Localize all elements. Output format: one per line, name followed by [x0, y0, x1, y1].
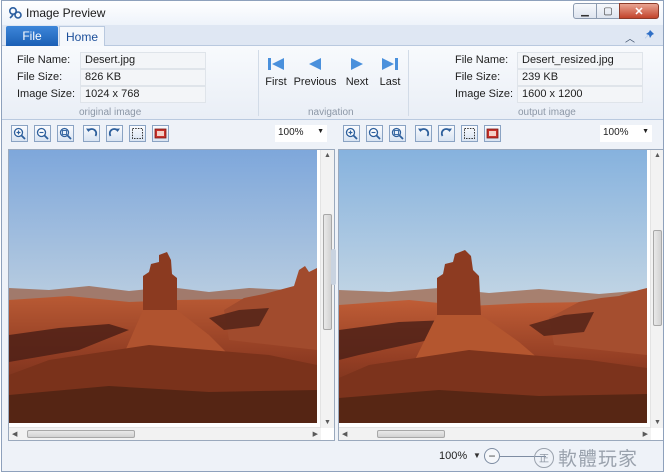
- zoom-in-button[interactable]: [343, 125, 360, 142]
- original-vertical-scrollbar[interactable]: ▲ ▼: [320, 150, 334, 428]
- original-file-name-label: File Name:: [17, 54, 71, 66]
- zoom-in-icon: [13, 127, 26, 140]
- next-icon: [351, 58, 363, 70]
- navigation-group-label: navigation: [308, 107, 354, 118]
- minimize-icon: ▁: [581, 5, 589, 17]
- tab-file[interactable]: File: [6, 26, 58, 46]
- original-image-size-label: Image Size:: [17, 88, 76, 100]
- output-horizontal-scrollbar[interactable]: ◀ ▶: [339, 427, 651, 440]
- maximize-icon: ▢: [603, 5, 613, 17]
- compare-icon: [486, 128, 499, 139]
- original-desert-photo: [9, 150, 317, 423]
- output-vertical-scroll-thumb[interactable]: [653, 230, 662, 326]
- original-file-name: Desert.jpg: [80, 52, 206, 69]
- previous-icon: [309, 58, 321, 70]
- original-image-viewport[interactable]: ▲ ▼ ◀ ▶: [8, 149, 335, 441]
- pin-icon[interactable]: [643, 29, 655, 41]
- next-label: Next: [345, 76, 369, 88]
- output-zoom-select[interactable]: 100%: [600, 125, 652, 142]
- output-file-name-label: File Name:: [455, 54, 509, 66]
- zoom-out-icon: [36, 127, 49, 140]
- original-zoom-value: 100%: [278, 127, 304, 138]
- zoom-out-icon: [368, 127, 381, 140]
- rotate-left-icon: [418, 128, 430, 137]
- original-file-size: 826 KB: [80, 69, 206, 86]
- select-button[interactable]: [129, 125, 146, 142]
- zoom-out-button[interactable]: [366, 125, 383, 142]
- rotate-right-button[interactable]: [438, 125, 455, 142]
- rotate-right-icon: [108, 128, 120, 137]
- pane-splitter[interactable]: [331, 249, 336, 285]
- original-group-label: original image: [79, 107, 142, 118]
- output-vertical-scrollbar[interactable]: ▲ ▼: [650, 150, 663, 428]
- output-file-size-label: File Size:: [455, 71, 501, 83]
- last-icon: [382, 58, 398, 70]
- output-zoom-value: 100%: [603, 127, 629, 138]
- select-icon: [132, 128, 143, 139]
- first-icon: [268, 58, 284, 70]
- compare-button[interactable]: [484, 125, 501, 142]
- compare-button[interactable]: [152, 125, 169, 142]
- image-preview-window: Image Preview ▁ ▢ ✕ File Home ︿ File Nam…: [1, 0, 664, 472]
- watermark: 正 軟體玩家: [534, 444, 638, 471]
- zoom-fit-button[interactable]: [57, 125, 74, 142]
- minimize-button[interactable]: ▁: [573, 3, 597, 19]
- window-title: Image Preview: [26, 6, 106, 20]
- original-toolbar: 100%: [8, 121, 335, 147]
- watermark-logo: 正: [534, 447, 554, 468]
- output-file-name: Desert_resized.jpg: [517, 52, 643, 69]
- status-zoom-dropdown-icon[interactable]: ▼: [473, 451, 481, 460]
- output-image-pane: 100% ▼ ▲ ▼ ◀ ▶: [338, 121, 663, 441]
- rotate-left-button[interactable]: [83, 125, 100, 142]
- app-icon: [8, 6, 22, 19]
- previous-button[interactable]: Previous: [293, 52, 337, 92]
- output-desert-photo: [339, 150, 647, 423]
- first-label: First: [265, 76, 287, 88]
- rotate-right-button[interactable]: [106, 125, 123, 142]
- rotate-left-icon: [86, 128, 98, 137]
- maximize-button[interactable]: ▢: [596, 3, 620, 19]
- rotate-right-icon: [440, 128, 452, 137]
- select-icon: [464, 128, 475, 139]
- original-horizontal-scrollbar[interactable]: ◀ ▶: [9, 427, 321, 440]
- previous-label: Previous: [293, 76, 337, 88]
- status-zoom-value[interactable]: 100%: [439, 450, 467, 462]
- close-icon: ✕: [634, 5, 644, 18]
- zoom-fit-button[interactable]: [389, 125, 406, 142]
- output-group-label: output image: [518, 107, 576, 118]
- zoom-out-slider-button[interactable]: −: [484, 448, 500, 464]
- zoom-in-icon: [345, 127, 358, 140]
- status-bar: 100% ▼ − 正 軟體玩家: [2, 442, 663, 471]
- output-toolbar: 100%: [338, 121, 663, 147]
- original-file-size-label: File Size:: [17, 71, 63, 83]
- compare-icon: [154, 128, 167, 139]
- zoom-fit-icon: [59, 127, 72, 140]
- first-button[interactable]: First: [254, 52, 298, 92]
- original-horizontal-scroll-thumb[interactable]: [27, 430, 135, 438]
- close-button[interactable]: ✕: [619, 3, 659, 19]
- title-bar: Image Preview ▁ ▢ ✕: [2, 1, 663, 25]
- output-image-size: 1600 x 1200: [517, 86, 643, 103]
- watermark-text: 軟體玩家: [558, 448, 639, 470]
- select-button[interactable]: [461, 125, 478, 142]
- output-image-viewport[interactable]: ▲ ▼ ◀ ▶: [338, 149, 663, 441]
- output-horizontal-scroll-thumb[interactable]: [377, 430, 445, 438]
- original-image-size: 1024 x 768: [80, 86, 206, 103]
- ribbon-home: File Name: Desert.jpg File Size: 826 KB …: [2, 46, 663, 120]
- original-zoom-select[interactable]: 100%: [275, 125, 327, 142]
- zoom-out-button[interactable]: [34, 125, 51, 142]
- output-image-size-label: Image Size:: [455, 88, 514, 100]
- zoom-in-button[interactable]: [11, 125, 28, 142]
- rotate-left-button[interactable]: [415, 125, 432, 142]
- last-label: Last: [379, 76, 401, 88]
- original-image-pane: 100% ▼ ▲ ▼ ◀ ▶: [8, 121, 335, 441]
- tab-home[interactable]: Home: [59, 26, 105, 47]
- ribbon-tabs: File Home ︿: [2, 25, 663, 47]
- collapse-ribbon-icon[interactable]: ︿: [625, 30, 635, 45]
- zoom-fit-icon: [391, 127, 404, 140]
- output-file-size: 239 KB: [517, 69, 643, 86]
- last-button[interactable]: Last: [368, 52, 412, 92]
